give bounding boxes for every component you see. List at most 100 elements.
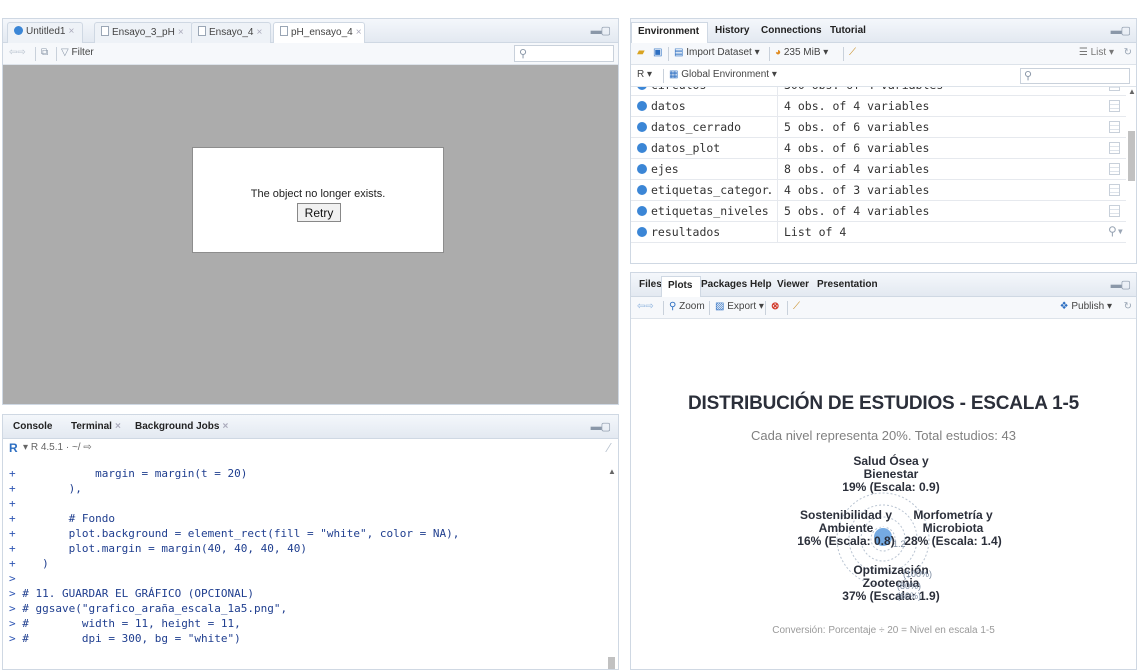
plot-caption: Conversión: Porcentaje ÷ 20 = Nivel en e…: [772, 625, 995, 636]
list-icon: [637, 227, 647, 237]
console-line: > # ggsave("grafico_araña_escala_1a5.png…: [9, 602, 288, 615]
console-line: > # dpi = 300, bg = "white"): [9, 632, 241, 645]
tab-background-jobs[interactable]: Background Jobs ×: [129, 418, 236, 439]
environment-icon: ▦: [669, 69, 679, 80]
memory-usage-button[interactable]: ◕ 235 MiB ▾: [775, 47, 828, 58]
clear-console-icon[interactable]: ⁄: [608, 440, 610, 455]
scroll-up-icon[interactable]: ▲: [608, 467, 616, 476]
dataframe-icon: [637, 206, 647, 216]
environment-row[interactable]: datos_plot 4 obs. of 6 variables: [631, 138, 1126, 159]
environment-row[interactable]: datos 4 obs. of 4 variables: [631, 96, 1126, 117]
import-dataset-button[interactable]: ▤ Import Dataset ▾: [674, 47, 760, 58]
console-path-bar: R ▾ R 4.5.1 · ~/ ⇨ ⁄: [3, 439, 618, 457]
dataframe-icon: [637, 101, 647, 111]
console-scrollbar[interactable]: ▲: [607, 467, 616, 669]
close-icon[interactable]: ×: [222, 421, 228, 432]
tab-console[interactable]: Console: [7, 418, 60, 439]
zoom-icon: ⚲: [669, 301, 677, 312]
publish-button[interactable]: ❖ Publish ▾: [1060, 301, 1112, 312]
tab-ensayo-4[interactable]: Ensayo_4 ×: [191, 22, 272, 43]
tab-presentation[interactable]: Presentation: [811, 276, 886, 297]
tab-label: pH_ensayo_4: [291, 27, 353, 38]
remove-plot-icon[interactable]: ⊗: [771, 301, 779, 312]
broom-icon[interactable]: ⟋: [849, 47, 856, 58]
plot-canvas: DISTRIBUCIÓN DE ESTUDIOS - ESCALA 1-5 Ca…: [631, 319, 1136, 669]
back-forward-icon[interactable]: ⇦⇨: [9, 47, 26, 58]
export-button[interactable]: ▨ Export ▾: [715, 301, 764, 312]
close-icon[interactable]: ×: [256, 27, 262, 38]
close-icon[interactable]: ×: [178, 27, 184, 38]
search-input[interactable]: ⚲: [514, 45, 614, 62]
file-icon: [198, 26, 206, 36]
environment-scrollbar[interactable]: ▲: [1127, 87, 1136, 263]
view-table-icon[interactable]: [1109, 87, 1120, 91]
tab-history[interactable]: History: [709, 22, 757, 43]
zoom-button[interactable]: ⚲ Zoom: [669, 301, 705, 312]
plot-axis-tick: (60%): [897, 591, 922, 601]
source-tabbar: Untitled1 × Ensayo_3_pH × Ensayo_4 × pH_ens…: [3, 19, 618, 43]
search-icon: ⚲: [519, 48, 528, 60]
environment-row-partial[interactable]: circulos 300 obs. of 4 variables: [631, 87, 1126, 96]
inspect-search-icon[interactable]: ⚲▾: [1108, 224, 1124, 238]
environment-row[interactable]: etiquetas_categor… 4 obs. of 3 variables: [631, 180, 1126, 201]
dataframe-icon: [637, 185, 647, 195]
view-mode-button[interactable]: ☰ List ▾: [1079, 47, 1114, 58]
minimize-maximize-icon[interactable]: ▬▢: [1111, 24, 1131, 37]
console-line: + plot.margin = margin(40, 40, 40, 40): [9, 542, 308, 555]
close-icon[interactable]: ×: [68, 26, 74, 37]
save-icon[interactable]: ▣: [653, 47, 662, 58]
minimize-maximize-icon[interactable]: ▬▢: [591, 420, 611, 433]
environment-select[interactable]: ▦ Global Environment ▾: [669, 69, 777, 80]
tab-tutorial[interactable]: Tutorial: [824, 22, 874, 43]
language-select[interactable]: R ▾: [637, 69, 652, 80]
view-table-icon[interactable]: [1109, 100, 1120, 112]
open-folder-icon[interactable]: ▰: [637, 47, 645, 58]
retry-button[interactable]: Retry: [297, 203, 341, 222]
console-line: + ),: [9, 482, 82, 495]
close-icon[interactable]: ×: [356, 27, 362, 38]
refresh-icon[interactable]: ↻: [1124, 47, 1132, 58]
scroll-thumb[interactable]: [1128, 131, 1135, 181]
minimize-maximize-icon[interactable]: ▬▢: [1111, 278, 1131, 291]
minimize-maximize-icon[interactable]: ▬▢: [591, 24, 611, 37]
popout-icon[interactable]: ⧉: [41, 47, 48, 58]
dataframe-icon: [637, 164, 647, 174]
back-forward-icon[interactable]: ⇦⇨: [637, 301, 654, 312]
environment-row[interactable]: etiquetas_niveles 5 obs. of 4 variables: [631, 201, 1126, 222]
object-viewer-area: The object no longer exists. Retry: [3, 65, 618, 404]
console-output[interactable]: + margin = margin(t = 20) + ), + + # Fon…: [3, 457, 606, 669]
scroll-up-icon[interactable]: ▲: [1128, 87, 1136, 96]
environment-row[interactable]: resultados List of 4 ⚲▾: [631, 222, 1126, 243]
error-dialog: The object no longer exists. Retry: [192, 147, 444, 253]
plots-pane: Files Plots Packages Help Viewer Present…: [630, 272, 1137, 670]
filter-icon: ▽: [61, 47, 69, 58]
environment-search-input[interactable]: ⚲: [1020, 68, 1130, 84]
environment-row[interactable]: ejes 8 obs. of 4 variables: [631, 159, 1126, 180]
plot-label-bottom: Optimización Zootecnia 37% (Escala: 1.9): [842, 563, 940, 603]
console-line: > # width = 11, height = 11,: [9, 617, 241, 630]
tab-ensayo-3-ph[interactable]: Ensayo_3_pH ×: [94, 22, 193, 43]
scroll-thumb[interactable]: [608, 657, 615, 669]
tab-environment[interactable]: Environment: [631, 22, 709, 43]
console-line: + ): [9, 557, 49, 570]
console-line: +: [9, 497, 16, 510]
view-table-icon[interactable]: [1109, 205, 1120, 217]
tab-terminal[interactable]: Terminal ×: [65, 418, 129, 439]
refresh-icon[interactable]: ↻: [1124, 301, 1132, 312]
view-table-icon[interactable]: [1109, 121, 1120, 133]
file-icon: [101, 26, 109, 36]
tab-label: Ensayo_4: [209, 27, 254, 38]
environment-row[interactable]: datos_cerrado 5 obs. of 6 variables: [631, 117, 1126, 138]
tab-untitled1[interactable]: Untitled1 ×: [7, 22, 84, 43]
plot-axis-tick: (100%): [903, 569, 933, 579]
tab-ph-ensayo-4[interactable]: pH_ensayo_4 ×: [273, 22, 365, 43]
filter-button[interactable]: ▽ Filter: [61, 47, 94, 58]
plot-axis-tick: 0.8: [872, 520, 886, 531]
tab-connections[interactable]: Connections: [755, 22, 830, 43]
view-table-icon[interactable]: [1109, 142, 1120, 154]
view-table-icon[interactable]: [1109, 184, 1120, 196]
view-table-icon[interactable]: [1109, 163, 1120, 175]
r-version: ▾ R 4.5.1 · ~/ ⇨: [23, 442, 92, 453]
close-icon[interactable]: ×: [115, 421, 121, 432]
broom-icon[interactable]: ⟋: [793, 301, 800, 312]
